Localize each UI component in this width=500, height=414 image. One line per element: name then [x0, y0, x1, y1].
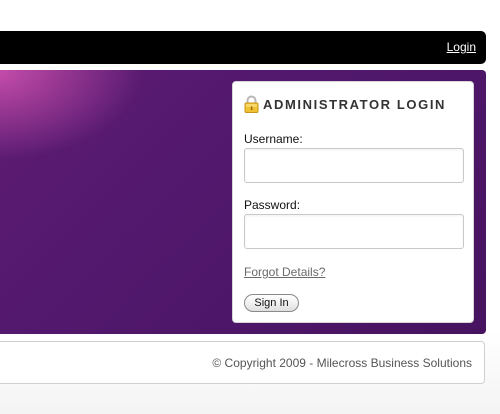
username-label: Username:	[244, 132, 303, 146]
copyright-text: © Copyright 2009 - Milecross Business So…	[212, 356, 472, 370]
login-panel-title: Administrator Login	[263, 96, 447, 112]
sign-in-button[interactable]: Sign In	[244, 294, 299, 312]
top-nav-bar: Login	[0, 31, 486, 64]
login-panel-header: Administrator Login	[244, 95, 446, 113]
login-panel: Administrator Login Username: Password: …	[232, 81, 474, 323]
padlock-icon	[244, 95, 259, 113]
page: Login Administrator Login Username: Pass…	[0, 0, 500, 414]
forgot-details-link[interactable]: Forgot Details?	[244, 265, 325, 279]
password-input[interactable]	[244, 214, 464, 249]
footer: © Copyright 2009 - Milecross Business So…	[0, 341, 485, 384]
nav-login-link[interactable]: Login	[447, 40, 476, 54]
password-label: Password:	[244, 198, 301, 212]
username-input[interactable]	[244, 148, 464, 183]
